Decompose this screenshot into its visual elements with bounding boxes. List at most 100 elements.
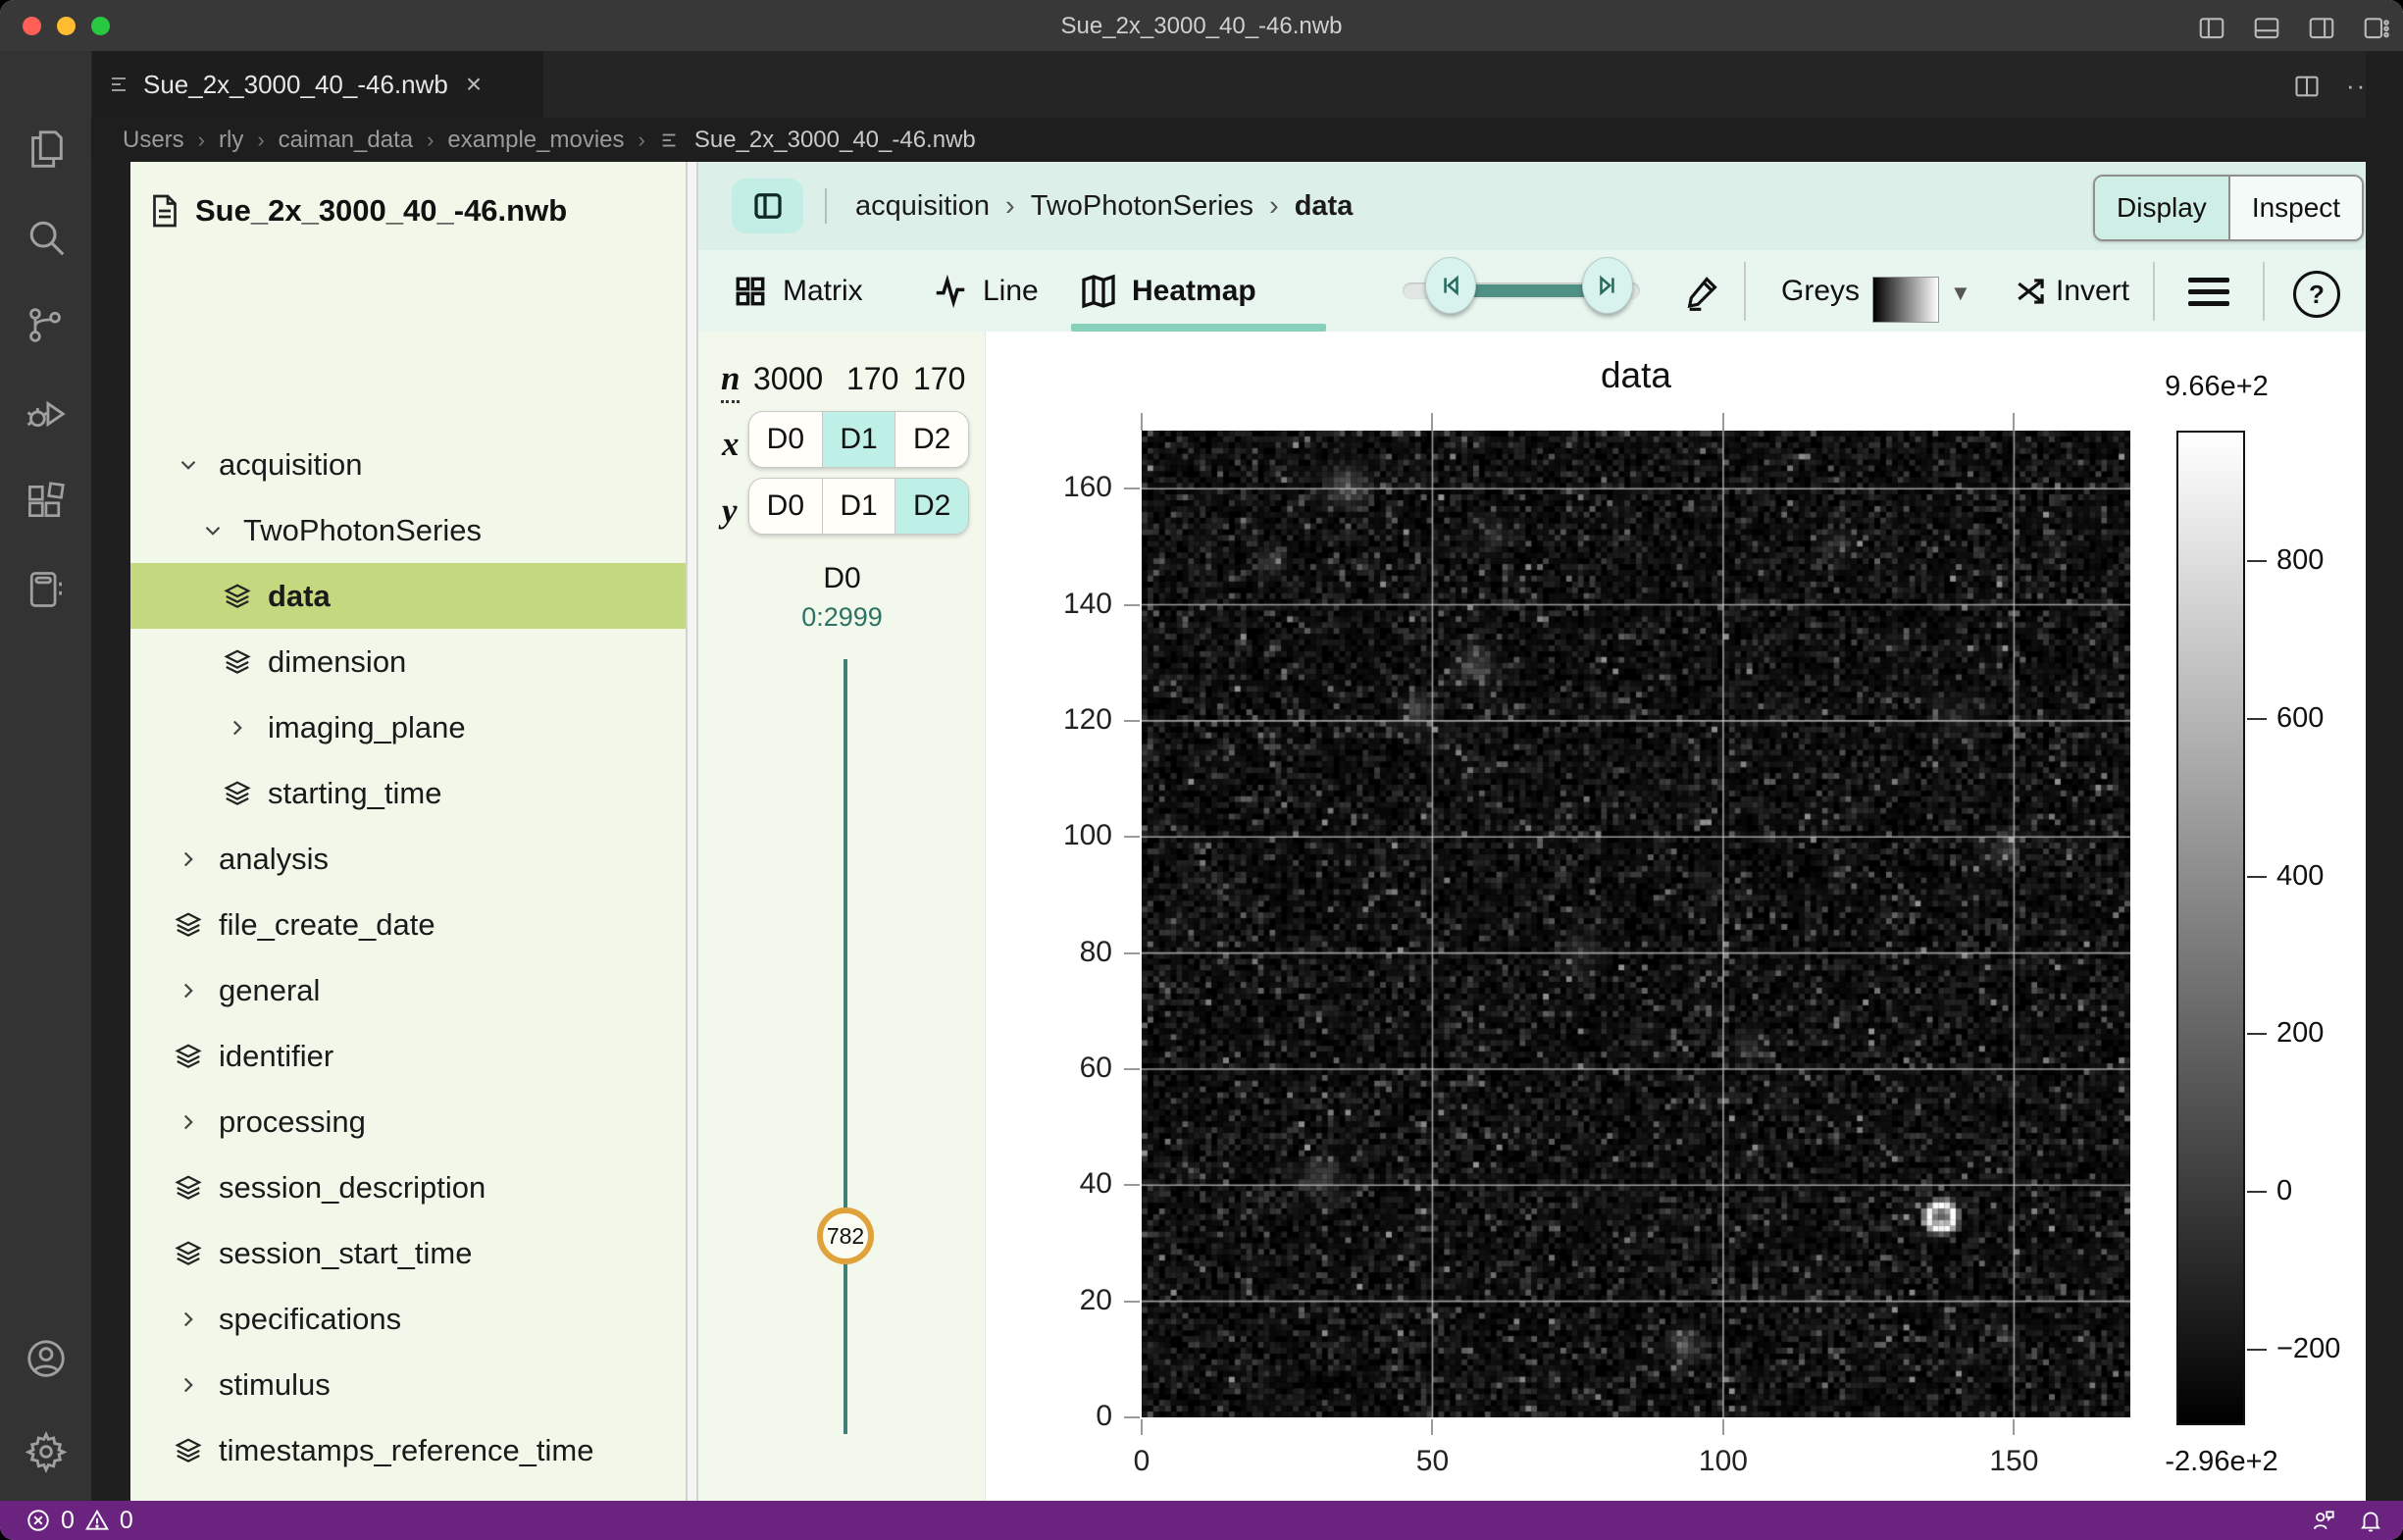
bell-icon[interactable] bbox=[2358, 1508, 2383, 1533]
tree-item-session_start_time[interactable]: session_start_time bbox=[130, 1220, 686, 1286]
colorbar-tick-label: 400 bbox=[2276, 860, 2324, 893]
tree-item-acquisition[interactable]: acquisition bbox=[130, 432, 686, 497]
tab-heatmap[interactable]: Heatmap bbox=[1079, 250, 1256, 332]
frame-range-label: 0:2999 bbox=[698, 602, 986, 633]
search-icon[interactable] bbox=[24, 215, 69, 260]
breadcrumb-item[interactable]: example_movies bbox=[447, 127, 624, 154]
tree-item-processing[interactable]: processing bbox=[130, 1089, 686, 1155]
y-dim-option-D1[interactable]: D1 bbox=[823, 479, 896, 534]
chevron-right-icon bbox=[172, 1303, 205, 1336]
x-dim-option-D0[interactable]: D0 bbox=[749, 412, 823, 467]
tab-matrix[interactable]: Matrix bbox=[732, 250, 863, 332]
y-dim-option-D2[interactable]: D2 bbox=[895, 479, 968, 534]
chevron-down-icon bbox=[172, 448, 205, 482]
colorbar-tick bbox=[2247, 718, 2267, 720]
tree-item-dimension[interactable]: dimension bbox=[130, 629, 686, 694]
error-icon bbox=[26, 1508, 51, 1533]
y-tick-label: 80 bbox=[1034, 936, 1112, 969]
tree-item-identifier[interactable]: identifier bbox=[130, 1023, 686, 1089]
breadcrumb: Users› rly› caiman_data› example_movies›… bbox=[0, 118, 2403, 162]
layers-icon bbox=[172, 908, 205, 942]
colorbar-tick-label: 0 bbox=[2276, 1175, 2292, 1207]
tree-item-general[interactable]: general bbox=[130, 957, 686, 1023]
display-button[interactable]: Display bbox=[2095, 177, 2230, 239]
y-dim-option-D0[interactable]: D0 bbox=[749, 479, 823, 534]
breadcrumb-item[interactable]: rly bbox=[219, 127, 243, 154]
breadcrumb-item[interactable]: Users bbox=[123, 127, 184, 154]
extensions-icon[interactable] bbox=[24, 480, 69, 525]
tree-item-label: general bbox=[219, 973, 320, 1008]
toggle-sidebar-right-icon[interactable] bbox=[2307, 13, 2336, 42]
customize-layout-icon[interactable] bbox=[2362, 13, 2391, 42]
layers-icon bbox=[221, 777, 254, 810]
breadcrumb-file[interactable]: Sue_2x_3000_40_-46.nwb bbox=[694, 127, 976, 154]
tree-item-label: specifications bbox=[219, 1302, 401, 1337]
source-control-icon[interactable] bbox=[24, 303, 69, 348]
sidebar-scrollbar[interactable] bbox=[686, 162, 698, 1501]
tree-item-timestamps_reference_time[interactable]: timestamps_reference_time bbox=[130, 1417, 686, 1483]
path-item[interactable]: acquisition bbox=[855, 190, 990, 223]
tree-item-data[interactable]: data bbox=[130, 563, 686, 629]
tree-item-analysis[interactable]: analysis bbox=[130, 826, 686, 892]
settings-icon[interactable] bbox=[24, 1429, 69, 1474]
layers-icon bbox=[221, 645, 254, 679]
range-end-handle[interactable] bbox=[1582, 257, 1633, 314]
layers-icon bbox=[172, 1237, 205, 1270]
warning-count: 0 bbox=[120, 1507, 133, 1535]
tree-item-specifications[interactable]: specifications bbox=[130, 1286, 686, 1352]
colormap-gradient-swatch[interactable] bbox=[1872, 277, 1939, 323]
y-tick-label: 140 bbox=[1034, 588, 1112, 621]
toggle-tree-panel-button[interactable] bbox=[732, 179, 803, 233]
x-tick bbox=[1141, 1419, 1143, 1435]
tree-item-stimulus[interactable]: stimulus bbox=[130, 1352, 686, 1417]
tree-item-file_create_date[interactable]: file_create_date bbox=[130, 892, 686, 957]
chevron-right-icon bbox=[172, 1368, 205, 1402]
tab-close-icon[interactable]: × bbox=[466, 69, 482, 100]
tree-item-session_description[interactable]: session_description bbox=[130, 1155, 686, 1220]
problems-status[interactable]: 0 0 bbox=[0, 1507, 133, 1535]
chevron-down-icon[interactable]: ▼ bbox=[1950, 281, 1971, 306]
tab-nwb-file[interactable]: Sue_2x_3000_40_-46.nwb × bbox=[92, 51, 543, 118]
heatmap-plot[interactable] bbox=[1142, 431, 2130, 1417]
top-tick bbox=[1431, 413, 1433, 431]
invert-icon[interactable] bbox=[2013, 273, 2050, 310]
colorbar-tick-label: 800 bbox=[2276, 544, 2324, 577]
toggle-sidebar-left-icon[interactable] bbox=[2197, 13, 2226, 42]
x-dim-option-D2[interactable]: D2 bbox=[895, 412, 968, 467]
run-debug-icon[interactable] bbox=[24, 391, 69, 436]
explorer-icon[interactable] bbox=[24, 127, 69, 172]
frame-dim-label: D0 bbox=[698, 562, 986, 595]
dimension-controls: n 3000 170 170 x D0D1D2 y D0D1D2 D0 0:29… bbox=[698, 332, 986, 1501]
y-tick bbox=[1124, 1068, 1140, 1070]
frame-slider-track[interactable] bbox=[844, 659, 847, 1434]
inspect-button[interactable]: Inspect bbox=[2230, 177, 2362, 239]
x-tick-label: 50 bbox=[1393, 1445, 1471, 1478]
colorbar-tick bbox=[2247, 560, 2267, 562]
notebook-icon[interactable] bbox=[24, 568, 69, 613]
feedback-icon[interactable] bbox=[2311, 1508, 2336, 1533]
y-tick bbox=[1124, 720, 1140, 722]
frame-slider-handle[interactable]: 782 bbox=[817, 1207, 874, 1264]
tree-item-starting_time[interactable]: starting_time bbox=[130, 760, 686, 826]
active-tab-underline bbox=[1071, 324, 1326, 332]
path-item[interactable]: TwoPhotonSeries bbox=[1031, 190, 1253, 223]
layers-icon bbox=[221, 580, 254, 613]
annotate-pen-icon[interactable] bbox=[1683, 272, 1722, 311]
account-icon[interactable] bbox=[24, 1336, 69, 1381]
tree-item-imaging_plane[interactable]: imaging_plane bbox=[130, 694, 686, 760]
matrix-icon bbox=[732, 273, 769, 310]
chevron-down-icon bbox=[196, 514, 230, 547]
x-dim-option-D1[interactable]: D1 bbox=[823, 412, 896, 467]
colorbar-min-label: -2.96e+2 bbox=[2133, 1446, 2310, 1478]
n-width: 170 bbox=[913, 361, 965, 397]
breadcrumb-item[interactable]: caiman_data bbox=[279, 127, 413, 154]
tree-item-TwoPhotonSeries[interactable]: TwoPhotonSeries bbox=[130, 497, 686, 563]
toggle-panel-icon[interactable] bbox=[2252, 13, 2281, 42]
invert-label[interactable]: Invert bbox=[2056, 250, 2129, 332]
tab-line[interactable]: Line bbox=[932, 250, 1039, 332]
help-button[interactable]: ? bbox=[2293, 271, 2340, 318]
path-separator: › bbox=[1005, 190, 1015, 223]
top-tick bbox=[2013, 413, 2015, 431]
range-start-handle[interactable] bbox=[1425, 257, 1476, 314]
split-editor-icon[interactable] bbox=[2293, 73, 2321, 100]
